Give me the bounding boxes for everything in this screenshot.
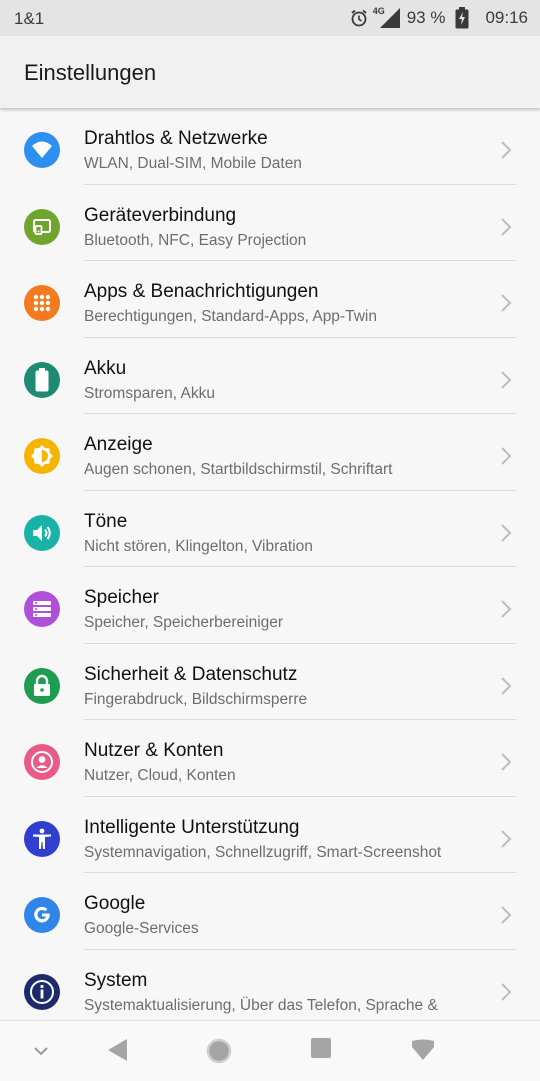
battery-charging-icon xyxy=(455,7,469,29)
chevron-right-icon xyxy=(501,141,512,159)
settings-item-users-accounts[interactable]: Nutzer & Konten Nutzer, Cloud, Konten xyxy=(0,720,540,797)
info-icon xyxy=(24,973,60,1010)
settings-item-apps-notifications[interactable]: Apps & Benachrichtigungen Berechtigungen… xyxy=(0,261,540,338)
settings-item-google[interactable]: Google Google-Services xyxy=(0,873,540,950)
chevron-right-icon xyxy=(501,753,512,771)
settings-item-battery[interactable]: Akku Stromsparen, Akku xyxy=(0,338,540,414)
clock: 09:16 xyxy=(485,8,528,27)
device-connection-icon xyxy=(24,208,60,245)
lock-icon xyxy=(24,667,60,704)
settings-item-subtitle: Nutzer, Cloud, Konten xyxy=(84,767,236,784)
battery-icon xyxy=(24,361,60,398)
home-icon[interactable] xyxy=(205,1037,233,1065)
settings-item-device-connection[interactable]: Geräteverbindung Bluetooth, NFC, Easy Pr… xyxy=(0,185,540,261)
chevron-right-icon xyxy=(501,676,512,695)
settings-item-subtitle: Berechtigungen, Standard-Apps, App-Twin xyxy=(84,308,377,325)
recents-icon[interactable] xyxy=(310,1037,332,1059)
chevron-right-icon xyxy=(501,370,512,389)
chevron-right-icon xyxy=(501,829,512,848)
page-title: Einstellungen xyxy=(24,60,157,85)
chevron-right-icon xyxy=(501,523,512,542)
settings-item-title: Drahtlos & Netzwerke xyxy=(84,128,268,149)
settings-list: Drahtlos & Netzwerke WLAN, Dual-SIM, Mob… xyxy=(0,108,540,1026)
settings-item-subtitle: WLAN, Dual-SIM, Mobile Daten xyxy=(84,155,302,172)
settings-item-title: Anzeige xyxy=(84,434,153,455)
google-icon xyxy=(24,897,60,933)
settings-item-security-privacy[interactable]: Sicherheit & Datenschutz Fingerabdruck, … xyxy=(0,644,540,720)
settings-item-title: Google xyxy=(84,893,146,914)
settings-item-title: Intelligente Unterstützung xyxy=(84,816,300,838)
signal-icon: 4G xyxy=(372,6,401,29)
settings-item-title: Töne xyxy=(84,510,128,532)
volume-icon xyxy=(24,514,60,551)
settings-item-title: Sicherheit & Datenschutz xyxy=(84,663,298,685)
settings-item-subtitle: Systemaktualisierung, Über das Telefon, … xyxy=(84,996,438,1014)
settings-item-wireless[interactable]: Drahtlos & Netzwerke WLAN, Dual-SIM, Mob… xyxy=(0,108,540,185)
settings-item-title: Apps & Benachrichtigungen xyxy=(84,281,319,302)
settings-item-storage[interactable]: Speicher Speicher, Speicherbereiniger xyxy=(0,567,540,644)
app-bar: Einstellungen xyxy=(0,36,540,108)
settings-item-subtitle: Speicher, Speicherbereiniger xyxy=(84,614,284,631)
settings-item-subtitle: Google-Services xyxy=(84,920,199,937)
settings-item-subtitle: Nicht stören, Klingelton, Vibration xyxy=(84,537,313,555)
chevron-right-icon xyxy=(501,982,512,1001)
settings-item-subtitle: Stromsparen, Akku xyxy=(84,384,215,402)
settings-item-subtitle: Augen schonen, Startbildschirmstil, Schr… xyxy=(84,461,393,478)
status-bar: 1&1 4G 93 % 09:16 xyxy=(0,0,540,36)
chevron-right-icon xyxy=(501,600,512,618)
hide-nav-icon[interactable] xyxy=(32,1045,50,1057)
chevron-right-icon xyxy=(501,447,512,465)
settings-item-title: Nutzer & Konten xyxy=(84,740,224,761)
notifications-pull-icon[interactable] xyxy=(410,1037,436,1063)
accessibility-icon xyxy=(24,820,60,857)
settings-item-smart-assistance[interactable]: Intelligente Unterstützung Systemnavigat… xyxy=(0,797,540,873)
brightness-icon xyxy=(24,438,60,474)
alarm-icon xyxy=(349,8,369,28)
storage-icon xyxy=(24,591,60,627)
settings-item-title: System xyxy=(84,969,148,991)
network-type-label: 4G xyxy=(372,6,385,16)
settings-item-subtitle: Fingerabdruck, Bildschirmsperre xyxy=(84,690,308,708)
back-icon[interactable] xyxy=(106,1037,130,1063)
chevron-right-icon xyxy=(501,906,512,924)
wifi-icon xyxy=(24,132,60,168)
settings-item-sounds[interactable]: Töne Nicht stören, Klingelton, Vibration xyxy=(0,491,540,567)
user-icon xyxy=(24,744,60,780)
settings-item-subtitle: Systemnavigation, Schnellzugriff, Smart-… xyxy=(84,843,442,861)
chevron-right-icon xyxy=(501,294,512,312)
apps-grid-icon xyxy=(24,285,60,321)
chevron-right-icon xyxy=(501,217,512,236)
settings-item-title: Akku xyxy=(84,357,127,379)
carrier-label: 1&1 xyxy=(14,9,45,28)
navigation-bar xyxy=(0,1020,540,1081)
settings-item-title: Geräteverbindung xyxy=(84,204,237,226)
settings-item-title: Speicher xyxy=(84,587,159,608)
settings-item-display[interactable]: Anzeige Augen schonen, Startbildschirmst… xyxy=(0,414,540,491)
settings-item-system[interactable]: System Systemaktualisierung, Über das Te… xyxy=(0,950,540,1027)
battery-percent: 93 % xyxy=(406,8,446,27)
settings-item-subtitle: Bluetooth, NFC, Easy Projection xyxy=(84,231,307,249)
